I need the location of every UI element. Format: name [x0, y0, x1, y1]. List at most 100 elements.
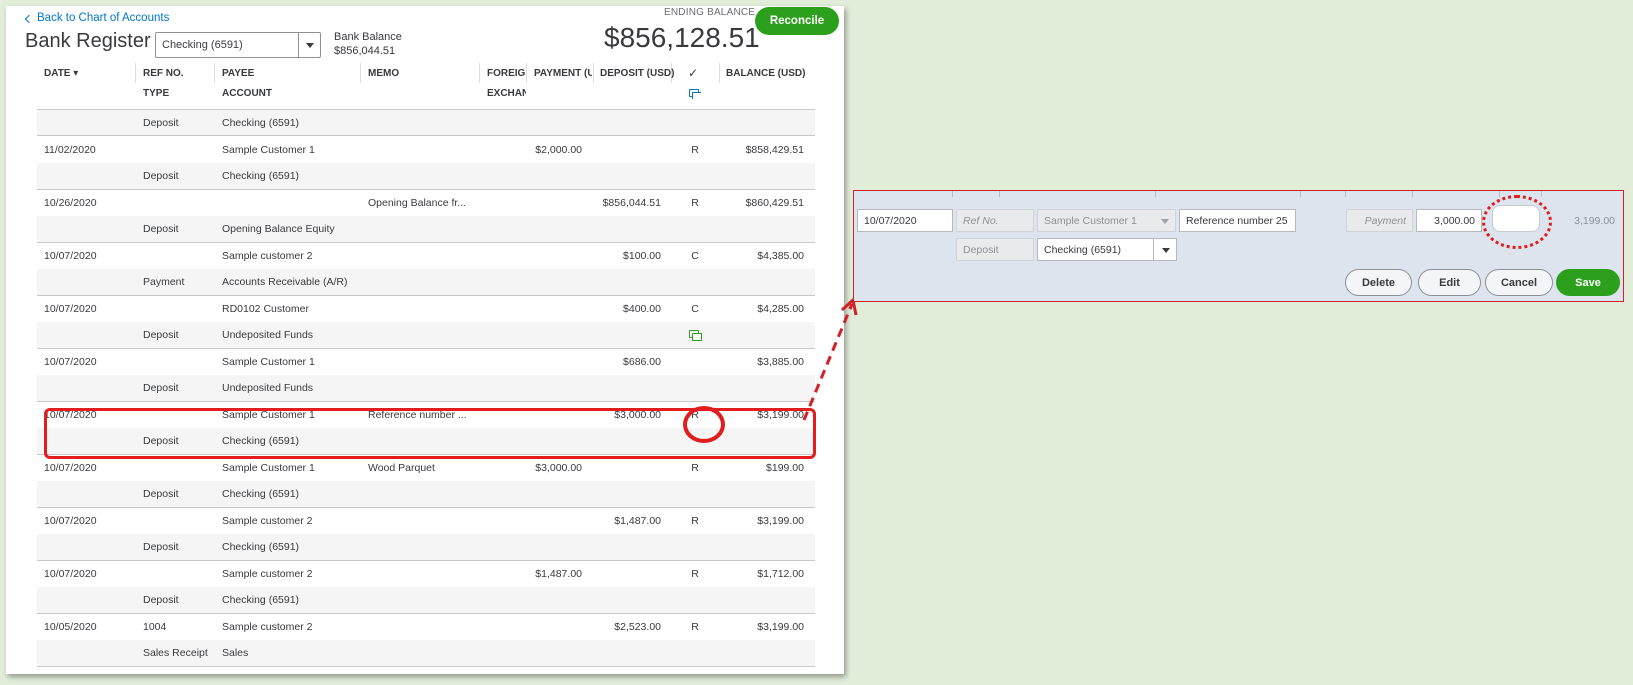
- cell-memo: Wood Parquet: [368, 462, 435, 474]
- column-tick: [1300, 191, 1301, 197]
- cell-status: R: [691, 621, 699, 633]
- cell-date: 11/02/2020: [44, 144, 96, 156]
- table-row[interactable]: 10/07/2020 Sample Customer 1 Wood Parquet $…: [37, 455, 815, 508]
- reconcile-button[interactable]: Reconcile: [755, 7, 839, 35]
- col-header-foreign[interactable]: FOREIGN: [487, 68, 526, 79]
- col-header-deposit[interactable]: DEPOSIT (USD): [600, 68, 674, 79]
- col-header-memo[interactable]: MEMO: [368, 68, 399, 79]
- cell-payee: Sample customer 2: [222, 568, 313, 580]
- account-value: Checking (6591): [1044, 244, 1122, 256]
- table-row[interactable]: 10/07/2020 Sample customer 2 $1,487.00 R $3,…: [37, 508, 815, 561]
- reconciled-status-circle-annotation: [683, 406, 725, 443]
- cell-type: Deposit: [143, 594, 179, 606]
- ending-balance-label: ENDING BALANCE: [664, 7, 756, 18]
- table-row[interactable]: 10/07/2020 Sample Customer 1 $686.00 $3,885…: [37, 349, 815, 402]
- bank-balance-value: $856,044.51: [334, 45, 396, 57]
- cell-deposit: $100.00: [623, 250, 661, 262]
- back-link-label: Back to Chart of Accounts: [37, 12, 170, 24]
- account-select-value: Checking (6591): [162, 39, 243, 51]
- cell-balance: $1,712.00: [757, 568, 804, 580]
- cell-type: Deposit: [143, 117, 179, 129]
- date-field[interactable]: 10/07/2020: [857, 209, 953, 232]
- table-row[interactable]: 11/02/2020 Sample Customer 1 $2,000.00 R $85…: [37, 137, 815, 190]
- dotted-circle-annotation: [1482, 195, 1552, 249]
- cell-type: Sales Receipt: [143, 647, 208, 659]
- col-header-balance[interactable]: BALANCE (USD): [726, 68, 805, 79]
- table-row[interactable]: 10/07/2020 Sample customer 2 $1,487.00 R $1,…: [37, 561, 815, 614]
- chevron-left-icon: [24, 14, 34, 23]
- dropdown-divider: [1153, 239, 1154, 260]
- cell-type: Deposit: [143, 223, 179, 235]
- col-header-payee[interactable]: PAYEE: [222, 68, 254, 79]
- cell-account: Opening Balance Equity: [222, 223, 335, 235]
- deposit-field[interactable]: 3,000.00: [1416, 209, 1482, 232]
- cell-status: C: [691, 303, 699, 315]
- chevron-down-icon[interactable]: [1162, 248, 1170, 253]
- cell-payee: Sample Customer 1: [222, 462, 315, 474]
- cell-type: Payment: [143, 276, 185, 288]
- cell-balance: $860,429.51: [745, 197, 804, 209]
- delete-button[interactable]: Delete: [1345, 269, 1412, 296]
- chevron-down-icon: [1161, 219, 1169, 224]
- account-field[interactable]: Checking (6591): [1037, 238, 1177, 261]
- col-header-type[interactable]: TYPE: [143, 88, 169, 99]
- col-header-account[interactable]: ACCOUNT: [222, 88, 272, 99]
- cell-status: R: [691, 144, 699, 156]
- cell-payee: Sample customer 2: [222, 250, 313, 262]
- account-select[interactable]: Checking (6591): [155, 32, 321, 58]
- col-header-date[interactable]: DATE ▾: [44, 68, 78, 79]
- chevron-down-icon[interactable]: [298, 33, 320, 57]
- cell-balance: $4,285.00: [757, 303, 804, 315]
- save-button[interactable]: Save: [1556, 269, 1620, 296]
- cancel-button[interactable]: Cancel: [1485, 269, 1553, 296]
- header-row: DATE ▾ REF NO. PAYEE MEMO FOREIGN PAYMEN…: [37, 63, 815, 83]
- ref-no-field[interactable]: Ref No.: [956, 209, 1034, 232]
- cell-date: 10/07/2020: [44, 462, 97, 474]
- cell-date: 10/07/2020: [44, 356, 97, 368]
- cell-status: R: [691, 197, 699, 209]
- cell-payee: Sample customer 2: [222, 621, 313, 633]
- cell-account: Checking (6591): [222, 117, 300, 129]
- payee-field[interactable]: Sample Customer 1: [1037, 209, 1176, 232]
- table-row[interactable]: 10/07/2020 RD0102 Customer $400.00 C $4,285.…: [37, 296, 815, 349]
- cell-account: Checking (6591): [222, 541, 300, 553]
- cell-payment: $3,000.00: [535, 462, 582, 474]
- cell-account: Undeposited Funds: [222, 382, 314, 394]
- cell-payee: Sample Customer 1: [222, 144, 315, 156]
- cell-payee: RD0102 Customer: [222, 303, 309, 315]
- balance-field: 3,199.00: [1545, 209, 1622, 232]
- cell-payment: $1,487.00: [535, 568, 582, 580]
- col-header-ref-no[interactable]: REF NO.: [143, 68, 184, 79]
- cell-payee: Sample customer 2: [222, 515, 313, 527]
- cell-date: 10/07/2020: [44, 515, 97, 527]
- table-row[interactable]: Deposit Checking (6591): [37, 110, 815, 136]
- table-row[interactable]: 10/26/2020 Opening Balance fr... $856,044.…: [37, 190, 815, 243]
- back-to-chart-of-accounts-link[interactable]: Back to Chart of Accounts: [24, 12, 170, 24]
- cell-deposit: $856,044.51: [602, 197, 661, 209]
- cell-status: R: [691, 462, 699, 474]
- cell-balance: $199.00: [766, 462, 804, 474]
- page-title: Bank Register: [25, 30, 151, 52]
- cell-status: R: [691, 568, 699, 580]
- cell-balance: $858,429.51: [745, 144, 804, 156]
- cell-deposit: $1,487.00: [614, 515, 661, 527]
- col-header-check[interactable]: ✓: [688, 66, 698, 80]
- cell-deposit: $400.00: [623, 303, 661, 315]
- header-row-2: TYPE ACCOUNT EXCHAN: [37, 83, 815, 103]
- type-field: Deposit: [956, 238, 1034, 261]
- payee-value: Sample Customer 1: [1044, 215, 1137, 227]
- cell-type: Deposit: [143, 541, 179, 553]
- col-header-exchange[interactable]: EXCHAN: [487, 88, 526, 99]
- cell-account: Checking (6591): [222, 170, 300, 182]
- cell-balance: $4,385.00: [757, 250, 804, 262]
- table-row[interactable]: 10/05/2020 1004 Sample customer 2 $2,523.00…: [37, 614, 815, 667]
- row-divider: [37, 135, 815, 136]
- attachment-icon: [689, 330, 702, 341]
- table-row[interactable]: 10/07/2020 Sample customer 2 $100.00 C $4,38…: [37, 243, 815, 296]
- payment-field[interactable]: Payment: [1346, 209, 1413, 232]
- edit-button[interactable]: Edit: [1418, 269, 1481, 296]
- col-header-payment[interactable]: PAYMENT (US: [534, 68, 592, 79]
- memo-field[interactable]: Reference number 25: [1179, 209, 1296, 232]
- attachment-icon: [689, 89, 701, 99]
- bank-balance: Bank Balance $856,044.51: [334, 30, 402, 58]
